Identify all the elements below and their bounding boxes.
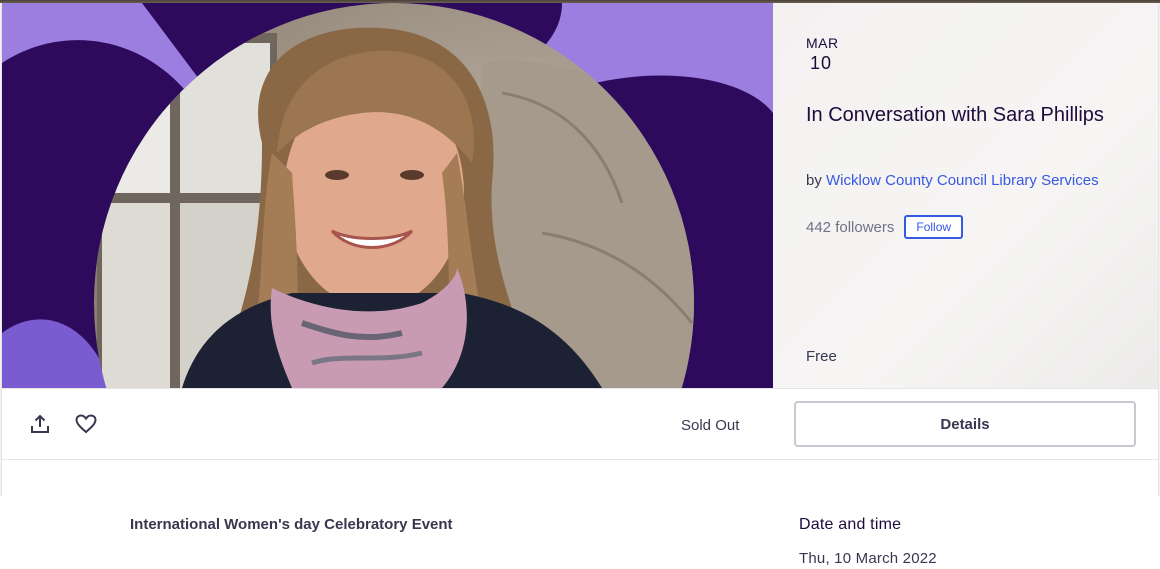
organizer-link[interactable]: Wicklow County Council Library Services	[826, 172, 1099, 189]
event-details-section: International Women's day Celebratory Ev…	[0, 496, 1160, 569]
event-hero-image	[2, 3, 773, 388]
action-bar: Sold Out Details	[2, 388, 1158, 460]
date-time-heading: Date and time	[799, 516, 902, 533]
page: MAR 10 In Conversation with Sara Phillip…	[0, 0, 1160, 569]
event-date-day: 10	[810, 53, 833, 73]
date-time-value: Thu, 10 March 2022	[799, 550, 937, 567]
event-title: In Conversation with Sara Phillips	[806, 104, 1104, 126]
follower-count: 442 followers	[806, 218, 895, 236]
follow-button[interactable]: Follow	[904, 215, 964, 239]
event-summary-panel: MAR 10 In Conversation with Sara Phillip…	[773, 3, 1158, 388]
followers-row: 442 followers Follow	[806, 215, 964, 239]
event-date-month: MAR	[806, 35, 839, 51]
event-card: MAR 10 In Conversation with Sara Phillip…	[1, 3, 1159, 496]
event-price: Free	[806, 348, 837, 365]
share-icon[interactable]	[27, 411, 53, 437]
organizer-line: by Wicklow County Council Library Servic…	[806, 170, 1126, 191]
details-button[interactable]: Details	[794, 401, 1136, 447]
ticket-status: Sold Out	[681, 417, 740, 434]
organizer-prefix: by	[806, 172, 827, 189]
heart-icon[interactable]	[73, 411, 99, 437]
event-summary-text: International Women's day Celebratory Ev…	[130, 516, 453, 533]
